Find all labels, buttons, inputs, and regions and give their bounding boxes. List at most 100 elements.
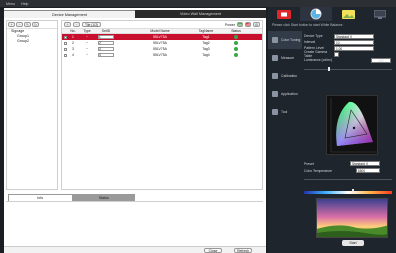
row-no: 2 — [72, 41, 74, 45]
tab-device-management[interactable]: Device Management — [4, 10, 135, 18]
col-model-name[interactable]: Model Name — [136, 29, 184, 33]
power-label: Power — [224, 22, 235, 27]
menu-bar: Menu Help — [0, 0, 396, 7]
slider-handle[interactable] — [328, 67, 330, 71]
device-management-window: Device Management Video Wall Management … — [4, 8, 266, 253]
start-button[interactable]: Start — [342, 240, 364, 246]
prop-label: Device Type — [304, 34, 323, 38]
status-indicator — [228, 41, 244, 45]
calibration-icon — [272, 73, 278, 79]
tab-picture[interactable] — [332, 7, 364, 21]
status-indicator — [228, 53, 244, 57]
menu-item-menu[interactable]: Menu — [6, 2, 15, 6]
col-no[interactable]: No. — [68, 29, 78, 33]
status-indicator — [228, 35, 244, 39]
tab-video-wall-management[interactable]: Video Wall Management — [135, 10, 266, 18]
tab-color[interactable] — [300, 7, 332, 21]
info-panel — [6, 201, 263, 245]
menu-label: Color Tuning — [281, 38, 301, 42]
menu-application[interactable]: Application — [268, 85, 302, 103]
device-type-select[interactable]: Standard II — [334, 33, 374, 39]
preset-select[interactable]: Standard II — [350, 161, 380, 166]
divider — [304, 179, 392, 180]
instruction-text: Please click Start button to start White… — [272, 23, 344, 27]
speaker-icon — [272, 91, 278, 97]
prop-label: Create Gamma Table — [304, 50, 328, 58]
pattern-level-field[interactable]: 1.00 — [334, 45, 374, 51]
col-setid[interactable]: SetID — [96, 29, 116, 33]
row-no: 1 — [72, 35, 74, 39]
main-tabs: Device Management Video Wall Management — [4, 10, 266, 18]
color-calibration-panel: Please click Start button to start White… — [268, 7, 396, 253]
create-gamma-checkbox[interactable] — [334, 51, 339, 57]
menu-label: Measure — [281, 56, 295, 60]
power-off-button[interactable]: off — [245, 22, 251, 27]
setid-dropdown[interactable]: 1 — [98, 35, 114, 39]
preview-image — [316, 198, 388, 238]
measure-icon — [272, 55, 278, 61]
row-type: ~ — [86, 35, 88, 39]
col-type[interactable]: Type — [78, 29, 96, 33]
row-tag: Tag1 — [202, 35, 210, 39]
calibration-menu: Color Tuning Measure Calibration Applica… — [268, 31, 302, 121]
close-button[interactable]: Close — [204, 248, 222, 253]
luminance-field[interactable]: 400 — [371, 57, 391, 63]
row-model: 55LV75A — [153, 35, 167, 39]
tool-icon — [272, 109, 278, 115]
prop-luminance: Luminance (cd/m²) 400 — [304, 57, 394, 63]
row-model: 55LV75A — [153, 47, 167, 51]
device-properties: Device Type Standard II Interval 10 Patter… — [304, 33, 394, 63]
prop-label: Interval — [304, 40, 316, 44]
menu-item-help[interactable]: Help — [21, 2, 28, 6]
refresh-button[interactable]: Refresh — [234, 248, 252, 253]
calibration-tabs — [268, 7, 396, 21]
tab-status[interactable]: Status — [72, 194, 135, 201]
prop-label: Luminance (cd/m²) — [304, 58, 333, 62]
row-tag: Tag4 — [202, 53, 210, 57]
settings-gear-icon[interactable]: ⚙ — [253, 22, 260, 27]
setid-dropdown[interactable]: 4 — [98, 53, 114, 57]
edit-group-icon[interactable]: ✎ — [24, 22, 31, 27]
color-temp-field[interactable]: 6500 — [356, 168, 380, 173]
remove-group-icon[interactable]: − — [16, 22, 23, 27]
divider — [304, 69, 392, 70]
setid-dropdown[interactable]: 3 — [98, 47, 114, 51]
power-on-button[interactable]: on — [237, 22, 243, 27]
menu-calibration[interactable]: Calibration — [268, 67, 302, 85]
row-type: ~ — [86, 41, 88, 45]
remove-device-icon[interactable]: − — [73, 22, 80, 27]
color-wheel-icon — [310, 8, 322, 20]
refresh-icon[interactable]: ↻ — [32, 22, 39, 27]
menu-label: Application — [281, 92, 298, 96]
col-status[interactable]: Status — [228, 29, 244, 33]
table-row[interactable]: 4 ~ 4 55LV75A Tag4 — [62, 52, 262, 58]
display-icon — [374, 9, 386, 19]
tab-display[interactable] — [364, 7, 396, 21]
add-device-icon[interactable]: + — [64, 22, 71, 27]
cie-graph-svg — [330, 98, 377, 153]
col-tag-name[interactable]: TagName — [184, 29, 228, 33]
tab-info[interactable]: Info — [8, 194, 73, 201]
row-tag: Tag2 — [202, 41, 210, 45]
record-icon — [277, 9, 291, 19]
setid-dropdown[interactable]: 2 — [98, 41, 114, 45]
interval-field[interactable]: 10 — [334, 39, 374, 45]
tree-group-2[interactable]: Group2 — [7, 39, 57, 44]
preset-label: Preset — [304, 162, 314, 166]
add-group-icon[interactable]: + — [8, 22, 15, 27]
menu-label: Tool — [281, 110, 288, 114]
tile-select[interactable]: Tile (1/2) — [82, 22, 102, 27]
tab-record[interactable] — [268, 7, 300, 21]
info-tabs: Info Status — [8, 194, 135, 201]
color-temp-handle[interactable] — [352, 189, 354, 193]
row-no: 4 — [72, 53, 74, 57]
footer-bar: Close Refresh — [4, 246, 266, 253]
menu-measure[interactable]: Measure — [268, 49, 302, 67]
menu-color-tuning[interactable]: Color Tuning — [268, 31, 302, 49]
cie-chromaticity-diagram — [326, 95, 378, 155]
menu-tool[interactable]: Tool — [268, 103, 302, 121]
row-type: ~ — [86, 47, 88, 51]
color-temperature-bar[interactable] — [304, 191, 392, 194]
color-temp-label: Color Temperature — [304, 169, 333, 173]
menu-label: Calibration — [281, 74, 298, 78]
